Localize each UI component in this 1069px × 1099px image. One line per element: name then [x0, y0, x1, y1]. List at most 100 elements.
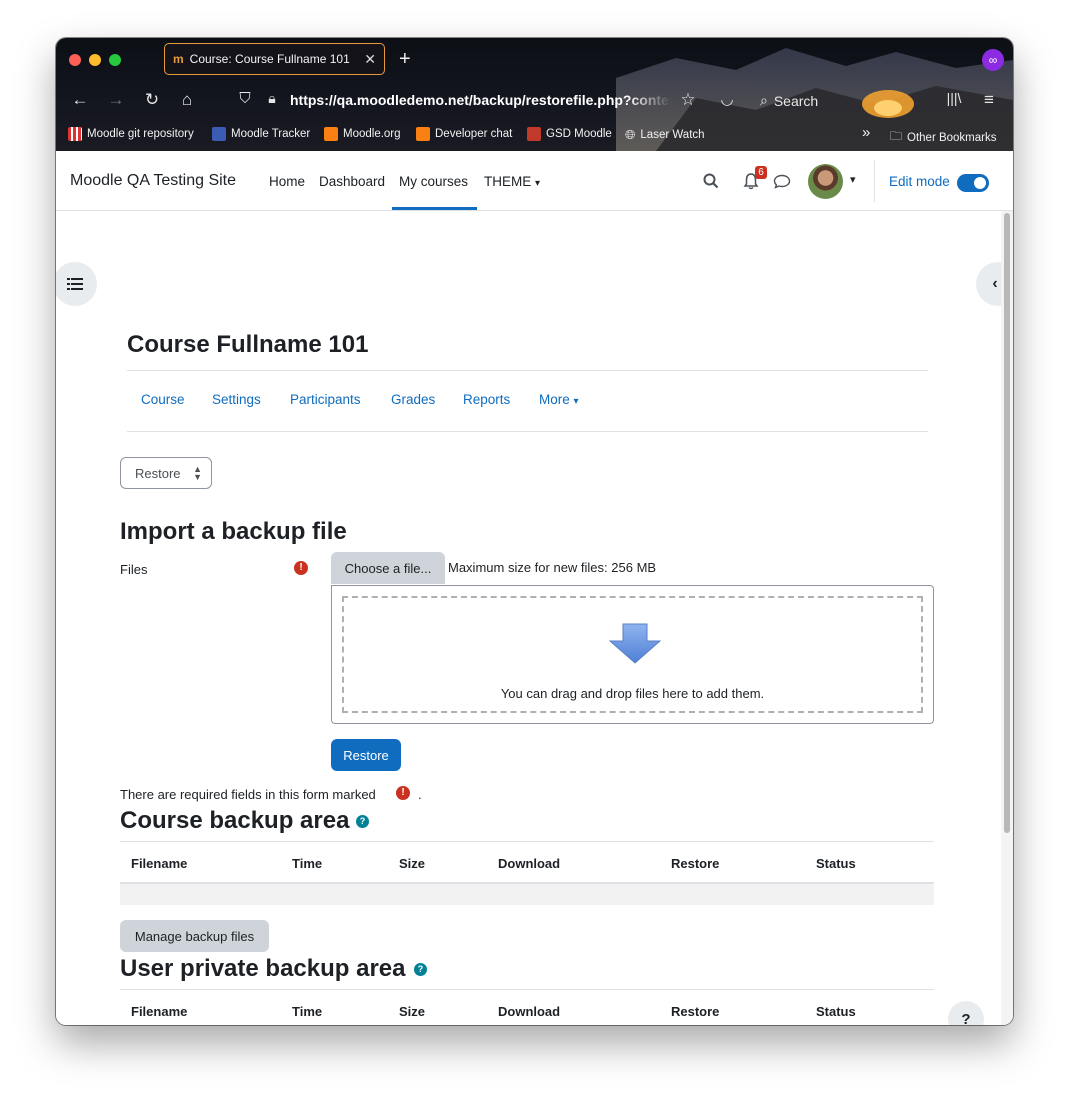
edit-mode-label: Edit mode	[889, 174, 950, 189]
file-drop-zone-inner[interactable]: You can drag and drop files here to add …	[342, 596, 923, 713]
restore-action-select[interactable]: Restore ▲ ▼	[120, 457, 212, 489]
bookmark-label: GSD Moodle	[546, 128, 612, 140]
manage-backup-files-button[interactable]: Manage backup files	[120, 920, 269, 952]
bookmark-moodle-git[interactable]: Moodle git repository	[68, 127, 194, 141]
navbar-divider	[874, 160, 875, 202]
scrollbar-thumb[interactable]	[1004, 213, 1010, 833]
secondary-nav-grades[interactable]: Grades	[391, 392, 435, 407]
bookmark-label: Moodle.org	[343, 128, 401, 140]
bookmark-label: Laser Watch	[640, 129, 705, 141]
secondary-nav-settings[interactable]: Settings	[212, 392, 261, 407]
nav-home[interactable]: Home	[269, 174, 305, 189]
nav-my-courses[interactable]: My courses	[399, 174, 468, 189]
tab-title: Course: Course Fullname 101	[189, 52, 350, 66]
chevron-left-icon: ‹	[992, 275, 998, 292]
column-header: Restore	[671, 856, 720, 871]
user-backup-heading: User private backup area	[120, 955, 406, 982]
file-drop-zone[interactable]: You can drag and drop files here to add …	[331, 585, 934, 724]
new-tab-button[interactable]: +	[399, 48, 411, 71]
bookmark-label: Moodle Tracker	[231, 128, 311, 140]
top-navbar: Moodle QA Testing Site Home Dashboard My…	[56, 151, 1013, 211]
secondary-nav-course[interactable]: Course	[141, 392, 185, 407]
search-box[interactable]: ⌕ Search	[760, 92, 818, 109]
required-icon: !	[396, 786, 410, 800]
bookmarks-overflow-icon[interactable]: »	[862, 124, 870, 141]
column-header: Filename	[131, 856, 188, 871]
reload-icon[interactable]: ↻	[140, 90, 164, 110]
required-note-text: There are required fields in this form m…	[120, 787, 376, 802]
minimize-window-button[interactable]	[89, 54, 101, 66]
folder-icon: 🗀	[890, 129, 903, 143]
menu-hamburger-icon[interactable]: ≡	[977, 90, 1001, 110]
bookmark-label: Developer chat	[435, 128, 513, 140]
search-box-label: Search	[773, 92, 819, 109]
bookmark-developer-chat[interactable]: Developer chat	[416, 127, 512, 141]
bookmark-star-icon[interactable]: ☆	[676, 90, 700, 110]
pocket-icon[interactable]: ◡	[715, 90, 739, 108]
library-icon[interactable]: |||\	[942, 90, 966, 106]
user-avatar[interactable]	[808, 164, 843, 199]
edit-mode-toggle[interactable]	[957, 174, 989, 192]
nav-dashboard[interactable]: Dashboard	[319, 174, 385, 189]
header-divider	[127, 370, 928, 371]
secondary-nav-participants[interactable]: Participants	[290, 392, 361, 407]
bookmark-laser-watch[interactable]: 🌐︎ Laser Watch	[625, 127, 705, 143]
column-header: Size	[399, 1004, 426, 1019]
notification-count-badge: 6	[755, 166, 767, 179]
site-name[interactable]: Moodle QA Testing Site	[70, 172, 236, 190]
address-bar[interactable]: https://qa.moodledemo.net/backup/restore…	[290, 92, 672, 108]
bookmarks-bar: Moodle git repository Moodle Tracker Moo…	[56, 124, 1013, 148]
browser-chrome: m Course: Course Fullname 101 ✕ + ∞ ← → …	[56, 38, 1013, 151]
bookmark-gsd-moodle[interactable]: GSD Moodle	[527, 127, 612, 141]
list-icon	[67, 278, 83, 290]
restore-button[interactable]: Restore	[331, 739, 401, 771]
chevron-down-icon: ▾	[573, 396, 579, 407]
chevron-down-icon[interactable]: ▾	[850, 173, 856, 186]
bookmark-other[interactable]: 🗀 Other Bookmarks	[890, 127, 997, 148]
messages-chat-icon[interactable]	[773, 174, 791, 189]
home-icon[interactable]: ⌂	[175, 90, 199, 110]
moodle-icon	[324, 127, 338, 141]
column-header: Download	[498, 856, 561, 871]
git-icon	[68, 127, 82, 141]
bookmark-moodle-tracker[interactable]: Moodle Tracker	[212, 127, 310, 141]
private-browsing-icon: ∞	[982, 49, 1004, 71]
nav-active-indicator	[392, 207, 477, 210]
browser-tab-active[interactable]: m Course: Course Fullname 101 ✕	[164, 43, 385, 75]
column-header: Download	[498, 1004, 561, 1019]
page-scrollbar[interactable]	[1001, 211, 1013, 1025]
course-index-drawer-button[interactable]	[56, 262, 97, 306]
course-backup-table: Filename Time Size Download Restore Stat…	[120, 841, 934, 905]
bookmark-moodle-org[interactable]: Moodle.org	[324, 127, 401, 141]
help-icon[interactable]: ?	[356, 815, 369, 828]
help-icon[interactable]: ?	[414, 963, 427, 976]
column-header: Filename	[131, 1004, 188, 1019]
download-arrow-icon	[609, 623, 661, 664]
column-header: Time	[292, 856, 323, 871]
footer-help-button[interactable]: ?	[948, 1001, 984, 1025]
max-size-text: Maximum size for new files: 256 MB	[448, 560, 657, 575]
browser-toolbar: ← → ↻ ⌂ ⛉ 🔒︎ https://qa.moodledemo.net/b…	[56, 86, 1013, 116]
close-tab-icon[interactable]: ✕	[364, 51, 376, 68]
nav-theme[interactable]: THEME ▾	[484, 174, 540, 189]
lock-icon[interactable]: 🔒︎	[260, 90, 284, 107]
shield-icon[interactable]: ⛉	[233, 90, 257, 107]
import-heading: Import a backup file	[120, 518, 347, 545]
nav-theme-label: THEME	[484, 174, 532, 189]
column-header: Size	[399, 856, 426, 871]
maximize-window-button[interactable]	[109, 54, 121, 66]
forward-arrow-icon[interactable]: →	[104, 90, 128, 110]
required-note-period: .	[418, 787, 422, 802]
choose-file-button[interactable]: Choose a file...	[331, 552, 445, 584]
secondary-nav-more[interactable]: More ▾	[539, 392, 579, 407]
secondary-nav-reports[interactable]: Reports	[463, 392, 510, 407]
search-icon: ⌕	[760, 92, 768, 108]
back-arrow-icon[interactable]: ←	[68, 90, 92, 110]
required-fields-note: There are required fields in this form m…	[120, 787, 376, 802]
close-window-button[interactable]	[69, 54, 81, 66]
column-header: Time	[292, 1004, 323, 1019]
search-icon[interactable]	[703, 173, 719, 189]
browser-window: m Course: Course Fullname 101 ✕ + ∞ ← → …	[56, 38, 1013, 1025]
moodle-favicon-icon: m	[173, 52, 184, 66]
chevron-down-icon: ▾	[535, 178, 541, 189]
